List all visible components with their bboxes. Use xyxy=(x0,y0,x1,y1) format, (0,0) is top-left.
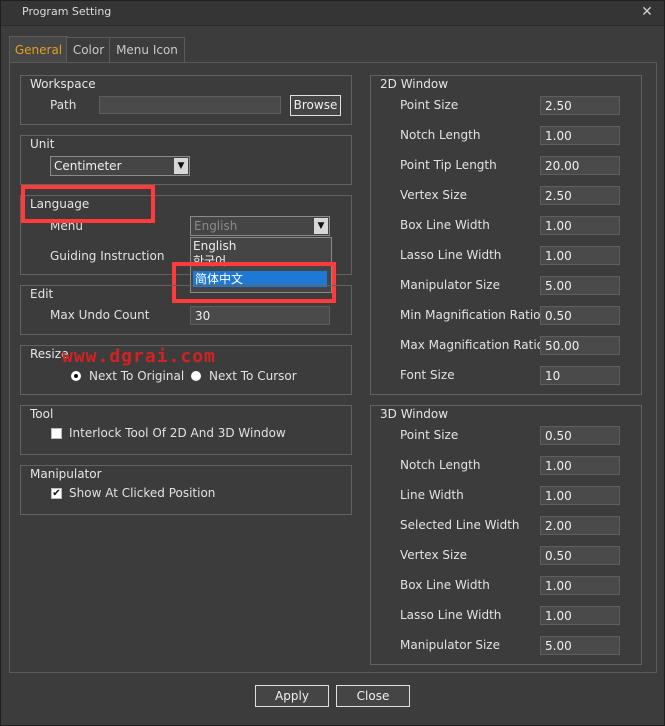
window-3d-title: 3D Window xyxy=(380,407,449,421)
next-to-cursor-label: Next To Cursor xyxy=(209,369,297,383)
window2d-row-label: Point Size xyxy=(400,98,459,112)
browse-button[interactable]: Browse xyxy=(290,95,341,116)
interlock-label: Interlock Tool Of 2D And 3D Window xyxy=(69,426,286,440)
next-to-original-label: Next To Original xyxy=(89,369,185,383)
window2d-row-input[interactable]: 2.50 xyxy=(540,96,620,115)
window2d-row-label: Manipulator Size xyxy=(400,278,500,292)
unit-select-value: Centimeter xyxy=(54,159,122,173)
window2d-row-input[interactable]: 1.00 xyxy=(540,246,620,265)
window2d-row-input[interactable]: 20.00 xyxy=(540,156,620,175)
window2d-row-label: Point Tip Length xyxy=(400,158,497,172)
window2d-row-input[interactable]: 2.50 xyxy=(540,186,620,205)
window3d-row-input[interactable]: 1.00 xyxy=(540,456,620,475)
window3d-row-label: Box Line Width xyxy=(400,578,490,592)
tab-menu-icon[interactable]: Menu Icon xyxy=(109,37,185,63)
window2d-row-label: Box Line Width xyxy=(400,218,490,232)
annotation-box-language xyxy=(21,185,155,223)
tab-color[interactable]: Color xyxy=(66,37,111,63)
path-label: Path xyxy=(50,98,77,112)
window2d-row-label: Notch Length xyxy=(400,128,481,142)
window3d-row-input[interactable]: 1.00 xyxy=(540,576,620,595)
workspace-title: Workspace xyxy=(30,77,96,91)
watermark: www.dgrai.com xyxy=(62,346,216,367)
window-2d-title: 2D Window xyxy=(380,77,449,91)
apply-button[interactable]: Apply xyxy=(255,685,329,707)
tool-title: Tool xyxy=(30,407,54,421)
radio-next-to-cursor[interactable] xyxy=(191,371,201,381)
chevron-down-icon: ▼ xyxy=(174,158,188,174)
edit-title: Edit xyxy=(30,287,54,301)
manipulator-title: Manipulator xyxy=(30,467,102,481)
close-button[interactable]: Close xyxy=(336,685,410,707)
window2d-row-input[interactable]: 50.00 xyxy=(540,336,620,355)
window3d-row-label: Manipulator Size xyxy=(400,638,500,652)
window2d-row-label: Min Magnification Ratio xyxy=(400,308,541,322)
max-undo-input[interactable]: 30 xyxy=(190,306,330,325)
close-icon[interactable]: ✕ xyxy=(638,3,656,21)
unit-title: Unit xyxy=(30,137,55,151)
window3d-row-input[interactable]: 1.00 xyxy=(540,606,620,625)
window2d-row-label: Font Size xyxy=(400,368,455,382)
show-at-clicked-checkbox[interactable]: ✔ xyxy=(51,488,62,499)
window3d-row-label: Selected Line Width xyxy=(400,518,520,532)
window3d-row-input[interactable]: 0.50 xyxy=(540,426,620,445)
interlock-checkbox[interactable] xyxy=(51,428,62,439)
menu-language-select[interactable]: English ▼ xyxy=(190,216,330,236)
window3d-row-label: Lasso Line Width xyxy=(400,608,502,622)
window-title: Program Setting xyxy=(22,5,112,18)
window3d-row-input[interactable]: 5.00 xyxy=(540,636,620,655)
path-input[interactable] xyxy=(99,96,281,114)
window2d-row-label: Vertex Size xyxy=(400,188,468,202)
window2d-row-input[interactable]: 10 xyxy=(540,366,620,385)
window2d-row-input[interactable]: 5.00 xyxy=(540,276,620,295)
window2d-row-label: Max Magnification Ratio xyxy=(400,338,545,352)
window3d-row-label: Notch Length xyxy=(400,458,481,472)
guiding-instruction-label: Guiding Instruction xyxy=(50,249,165,263)
window2d-row-input[interactable]: 1.00 xyxy=(540,216,620,235)
window3d-row-label: Line Width xyxy=(400,488,464,502)
window3d-row-label: Point Size xyxy=(400,428,459,442)
max-undo-label: Max Undo Count xyxy=(50,308,150,322)
tab-general[interactable]: General xyxy=(9,36,68,63)
window2d-row-input[interactable]: 1.00 xyxy=(540,126,620,145)
menu-language-value: English xyxy=(194,219,238,233)
radio-next-to-original[interactable] xyxy=(71,371,81,381)
window3d-row-input[interactable]: 0.50 xyxy=(540,546,620,565)
window3d-row-input[interactable]: 2.00 xyxy=(540,516,620,535)
window3d-row-label: Vertex Size xyxy=(400,548,468,562)
show-at-clicked-label: Show At Clicked Position xyxy=(69,486,216,500)
language-option-english[interactable]: English xyxy=(191,238,331,254)
window3d-row-input[interactable]: 1.00 xyxy=(540,486,620,505)
window2d-row-input[interactable]: 0.50 xyxy=(540,306,620,325)
unit-select[interactable]: Centimeter ▼ xyxy=(50,156,190,176)
window2d-row-label: Lasso Line Width xyxy=(400,248,502,262)
chevron-down-icon: ▼ xyxy=(314,218,328,234)
